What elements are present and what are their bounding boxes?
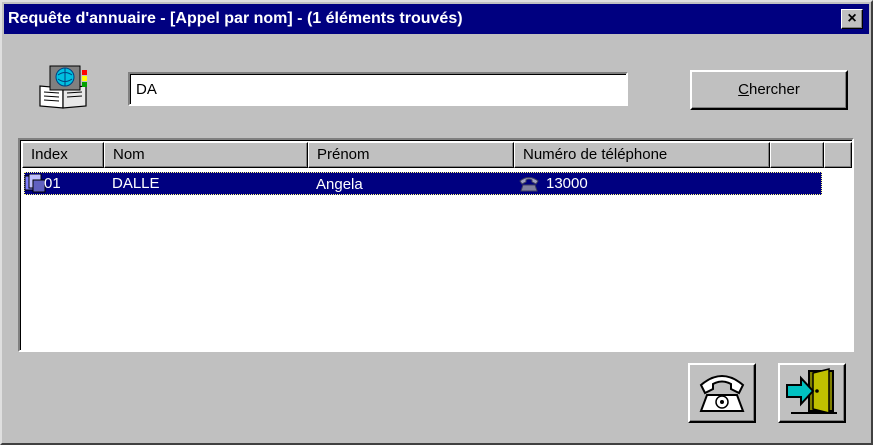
- directory-book-icon: [36, 64, 92, 110]
- exit-door-icon: [780, 365, 844, 417]
- search-button-label: hercher: [748, 81, 800, 98]
- row-nom: DALLE: [112, 175, 160, 192]
- column-header-prenom[interactable]: Prénom: [308, 142, 514, 168]
- call-button[interactable]: [688, 363, 756, 423]
- exit-button[interactable]: [778, 363, 846, 423]
- row-prenom: Angela: [316, 176, 363, 193]
- contact-card-icon: [24, 173, 46, 200]
- column-header-index[interactable]: Index: [22, 142, 104, 168]
- listview-header: Index Nom Prénom Numéro de téléphone: [22, 142, 852, 168]
- search-button-accel: C: [738, 81, 749, 98]
- search-button[interactable]: Chercher: [690, 70, 848, 110]
- row-telephone: 13000: [546, 175, 588, 192]
- column-header-nom[interactable]: Nom: [104, 142, 308, 168]
- row-index: 01: [44, 175, 61, 192]
- phone-icon: [518, 174, 540, 199]
- search-input[interactable]: [128, 72, 628, 106]
- telephone-icon: [690, 365, 754, 417]
- close-button[interactable]: ×: [841, 9, 863, 29]
- results-listview[interactable]: Index Nom Prénom Numéro de téléphone 01 …: [18, 138, 854, 352]
- close-icon: ×: [847, 10, 857, 27]
- directory-query-window: Requête d'annuaire - [Appel par nom] - (…: [0, 0, 873, 445]
- column-header-filler: [824, 142, 852, 168]
- title-bar[interactable]: Requête d'annuaire - [Appel par nom] - (…: [4, 4, 869, 34]
- window-title: Requête d'annuaire - [Appel par nom] - (…: [8, 10, 463, 27]
- column-header-telephone[interactable]: Numéro de téléphone: [514, 142, 770, 168]
- column-header-extra[interactable]: [770, 142, 824, 168]
- table-row[interactable]: 01 DALLE Angela 13000: [24, 172, 822, 195]
